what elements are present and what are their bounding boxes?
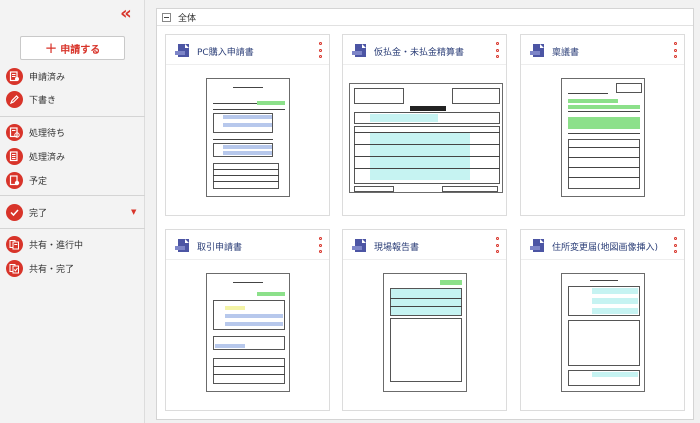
form-card-header: 取引申請書	[166, 230, 329, 260]
form-card-header: 稟議書	[521, 35, 684, 65]
more-options-icon[interactable]	[672, 237, 678, 253]
sidebar-item-draft[interactable]: 下書き	[0, 88, 145, 110]
form-card-header: 仮払金・未払金精算書	[343, 35, 506, 65]
plus-icon: +	[44, 39, 58, 57]
form-thumbnail	[561, 273, 645, 392]
sidebar-item-label: 処理待ち	[29, 128, 66, 139]
form-thumbnail	[349, 83, 503, 193]
sidebar-divider	[0, 228, 145, 229]
sidebar-item-label: 処理済み	[29, 152, 66, 163]
form-doc-icon	[530, 239, 544, 252]
form-group-title: 全体	[178, 13, 197, 24]
form-card-title: 仮払金・未払金精算書	[374, 48, 465, 58]
scheduled-doc-icon	[6, 171, 23, 189]
shared-done-icon	[6, 259, 23, 277]
form-card-title: 稟議書	[552, 48, 580, 58]
sidebar-item-pending[interactable]: 処理待ち	[0, 121, 145, 143]
form-card-address-change[interactable]: 住所変更届(地図画像挿入)	[520, 229, 685, 411]
form-card-pc-purchase[interactable]: PC購入申請書	[165, 34, 330, 216]
sidebar-item-applied[interactable]: 申請済み	[0, 65, 145, 87]
form-card-header: PC購入申請書	[166, 35, 329, 65]
more-options-icon[interactable]	[317, 237, 323, 253]
sidebar-item-label: 共有・完了	[29, 264, 75, 275]
more-options-icon[interactable]	[672, 42, 678, 58]
form-card-title: PC購入申請書	[197, 48, 254, 58]
processed-doc-icon	[6, 147, 23, 165]
main-content: 全体 PC購入申請書 仮払金・未払金精算書 稟議書 取引申請書 現場報告書 住所…	[145, 0, 700, 423]
more-options-icon[interactable]	[317, 42, 323, 58]
sidebar-item-label: 申請済み	[29, 72, 66, 83]
sidebar-item-shared-progress[interactable]: 共有・進行中	[0, 233, 145, 255]
collapse-minus-icon[interactable]	[162, 12, 171, 22]
sidebar-divider	[0, 116, 145, 117]
form-thumbnail	[206, 78, 290, 197]
sidebar-item-completed[interactable]: 完了 ▼	[0, 201, 145, 223]
form-card-advance-settlement[interactable]: 仮払金・未払金精算書	[342, 34, 507, 216]
sidebar-item-processed[interactable]: 処理済み	[0, 145, 145, 167]
new-application-label: 申請する	[60, 44, 101, 56]
sidebar-item-scheduled[interactable]: 予定	[0, 169, 145, 191]
form-doc-icon	[175, 239, 189, 252]
sidebar-item-label: 共有・進行中	[29, 240, 84, 251]
form-doc-icon	[175, 44, 189, 57]
form-doc-icon	[530, 44, 544, 57]
form-card-header: 現場報告書	[343, 230, 506, 260]
applied-doc-icon	[6, 67, 23, 85]
shared-progress-icon	[6, 235, 23, 253]
form-card-title: 現場報告書	[374, 243, 420, 253]
form-card-title: 住所変更届(地図画像挿入)	[552, 243, 659, 253]
collapse-sidebar-icon[interactable]: «	[117, 5, 135, 24]
chevron-down-icon[interactable]: ▼	[131, 208, 136, 216]
sidebar-divider	[0, 195, 145, 196]
sidebar: « + 申請する 申請済み 下書き 処理待ち 処理済み 予定 完了 ▼ 共有・進…	[0, 0, 145, 423]
form-doc-icon	[352, 239, 366, 252]
form-thumbnail	[383, 273, 467, 392]
form-card-transaction[interactable]: 取引申請書	[165, 229, 330, 411]
form-group-panel: 全体 PC購入申請書 仮払金・未払金精算書 稟議書 取引申請書 現場報告書 住所…	[156, 8, 694, 420]
sidebar-item-label: 下書き	[29, 95, 57, 106]
form-card-ringi[interactable]: 稟議書	[520, 34, 685, 216]
pencil-icon	[6, 90, 23, 108]
new-application-button[interactable]: + 申請する	[20, 36, 125, 60]
pending-doc-icon	[6, 123, 23, 141]
sidebar-item-label: 予定	[29, 176, 48, 187]
form-thumbnail	[206, 273, 290, 392]
form-thumbnail	[561, 78, 645, 197]
form-card-title: 取引申請書	[197, 243, 243, 253]
sidebar-item-shared-done[interactable]: 共有・完了	[0, 257, 145, 279]
more-options-icon[interactable]	[494, 237, 500, 253]
more-options-icon[interactable]	[494, 42, 500, 58]
sidebar-item-label: 完了	[29, 208, 48, 219]
form-doc-icon	[352, 44, 366, 57]
check-icon	[6, 203, 23, 221]
form-card-header: 住所変更届(地図画像挿入)	[521, 230, 684, 260]
form-group-header: 全体	[157, 9, 693, 26]
form-card-site-report[interactable]: 現場報告書	[342, 229, 507, 411]
